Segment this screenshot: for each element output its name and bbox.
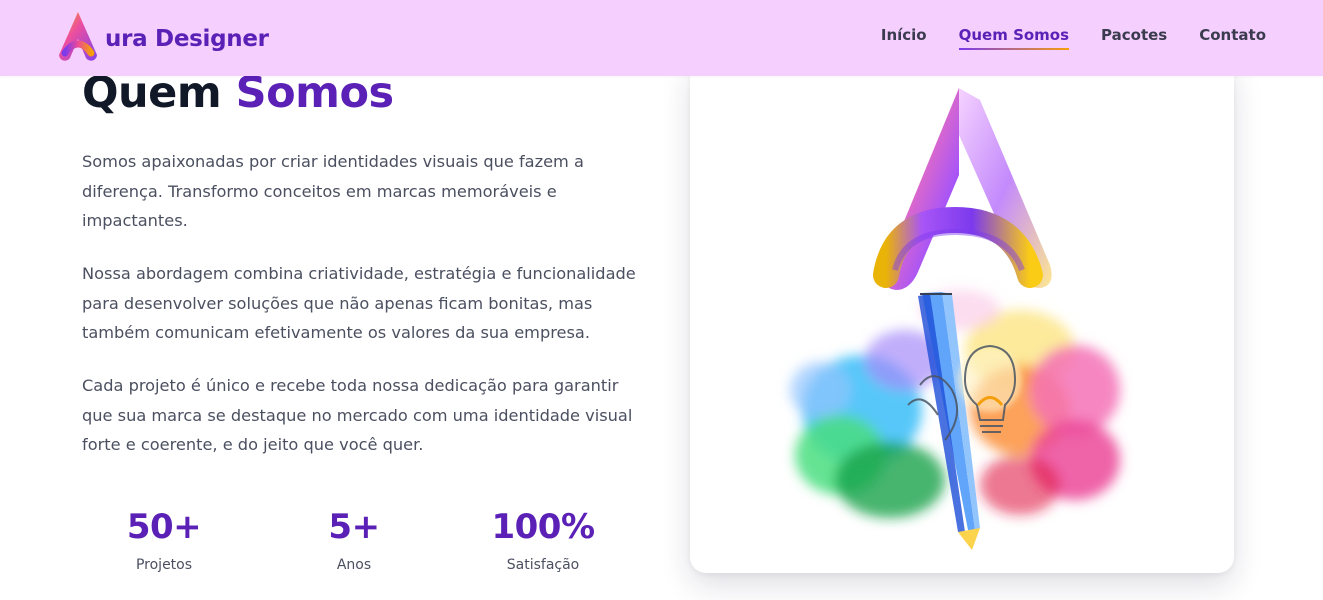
nav-link-quem-somos[interactable]: Quem Somos [958, 26, 1070, 50]
stat-label: Anos [336, 557, 372, 573]
stat-projects: 50+ Projetos [69, 505, 259, 573]
stat-label: Projetos [135, 557, 193, 573]
about-paragraph-1: Somos apaixonadas por criar identidades … [82, 152, 584, 230]
stat-value: 50+ [126, 507, 202, 547]
stat-value: 5+ [328, 507, 380, 547]
letter-a-logo-icon [59, 12, 97, 61]
stat-value: 100% [491, 507, 595, 547]
stats-row: 50+ Projetos 5+ Anos 100% Satisfação [82, 505, 652, 585]
about-paragraph-2: Nossa abordagem combina criatividade, es… [82, 264, 636, 342]
brand-name: ura Designer [105, 26, 269, 52]
nav-link-pacotes[interactable]: Pacotes [1101, 26, 1167, 50]
brand-logo-link[interactable]: ura Designer [53, 9, 269, 65]
stat-label: Satisfação [506, 557, 580, 573]
nav-link-inicio[interactable]: Início [881, 26, 927, 50]
nav-link-contato[interactable]: Contato [1199, 26, 1266, 50]
about-image-card [690, 60, 1234, 573]
site-header: ura Designer Início Quem Somos Pacotes C… [0, 0, 1323, 76]
letter-a-paint-splash-lightbulb-illustration [790, 88, 1120, 550]
stat-years: 5+ Anos [259, 505, 449, 573]
stat-satisfaction: 100% Satisfação [448, 505, 638, 573]
about-paragraph-3: Cada projeto é único e recebe toda nossa… [82, 376, 633, 454]
main-nav: Início Quem Somos Pacotes Contato [881, 26, 1266, 50]
